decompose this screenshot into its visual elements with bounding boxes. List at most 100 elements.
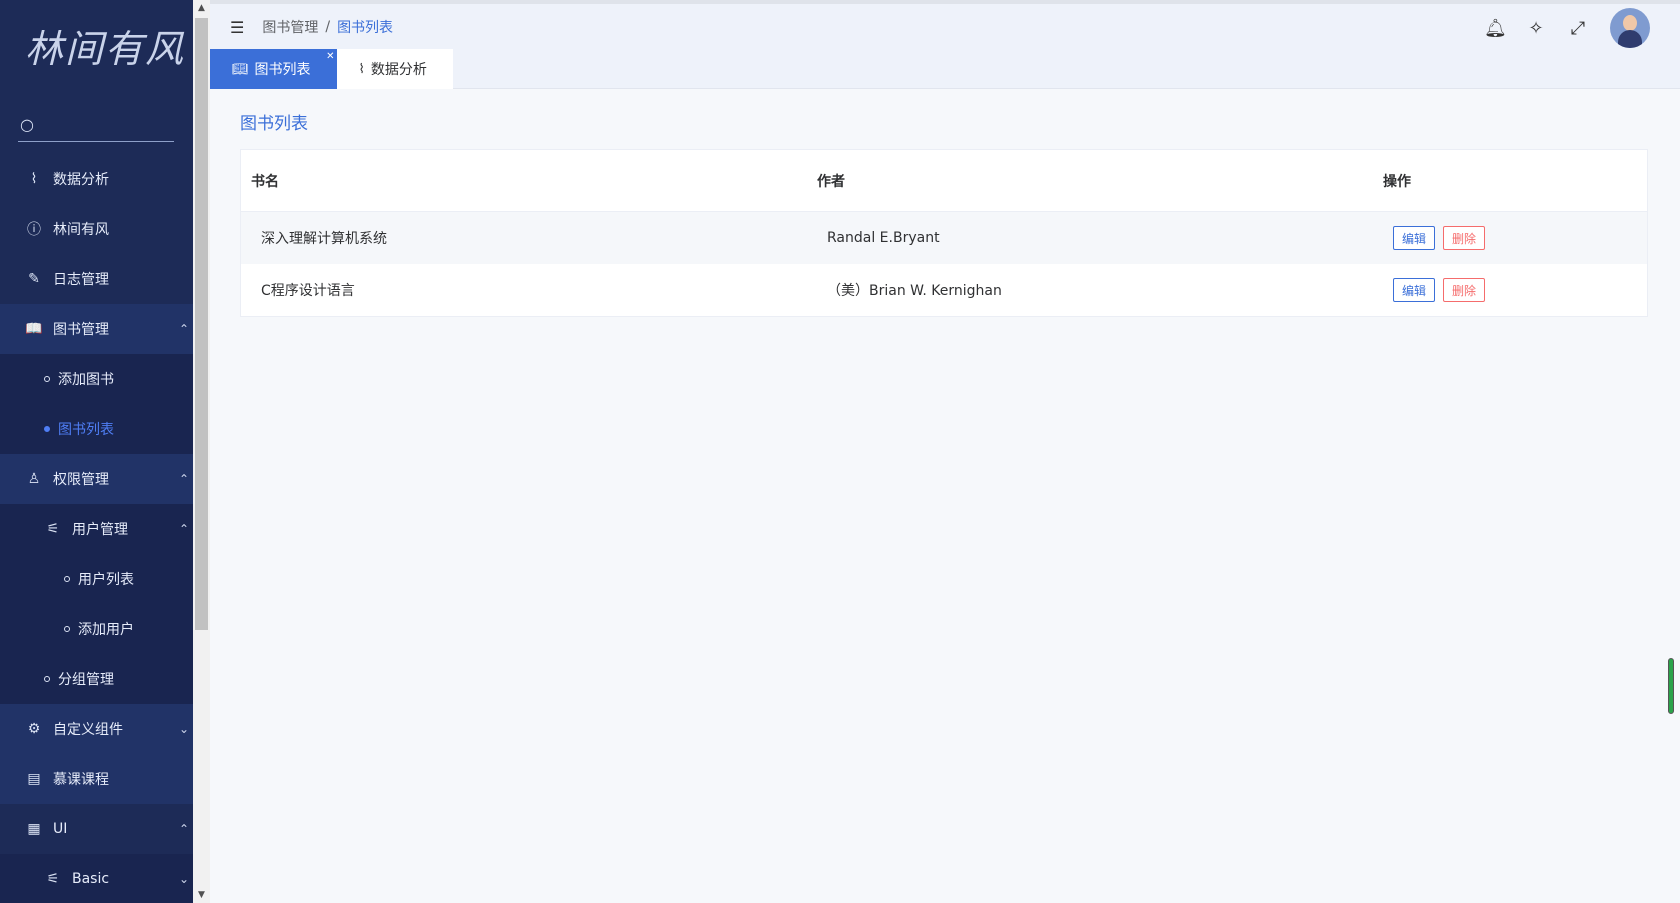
line-chart-icon: ⌇ <box>30 171 38 187</box>
sidebar-item-label: 慕课课程 <box>53 772 109 788</box>
line-chart-icon: ⌇ <box>358 61 365 77</box>
sidebar-item-group-management[interactable]: 分组管理 <box>0 654 193 704</box>
sidebar-item-label: 分组管理 <box>58 672 114 688</box>
menu-icon: ⚟ <box>46 871 60 887</box>
sidebar-item-label: 用户管理 <box>72 522 128 538</box>
sidebar-item-book-management[interactable]: 📖 图书管理 ⌃ <box>0 304 193 354</box>
edit-button[interactable]: 编辑 <box>1393 226 1436 250</box>
sidebar-item-label: 用户列表 <box>78 572 134 588</box>
cell-actions: 编辑 删除 <box>1373 226 1647 250</box>
sidebar-item-linjian[interactable]: ⓘ 林间有风 <box>0 204 193 254</box>
course-icon: ▤ <box>27 771 41 787</box>
chevron-up-icon: ⌃ <box>178 322 189 336</box>
breadcrumb-current: 图书列表 <box>337 20 394 36</box>
book-table: 书名 作者 操作 深入理解计算机系统 Randal E.Bryant 编辑 删除… <box>240 149 1648 317</box>
chevron-up-icon: ⌃ <box>178 822 189 836</box>
dot-icon <box>44 426 50 432</box>
hamburger-icon[interactable]: ☰ <box>230 18 244 37</box>
sidebar-item-label: 权限管理 <box>53 472 109 488</box>
dot-icon <box>44 676 50 682</box>
sidebar-item-user-management[interactable]: ⚟ 用户管理 ⌃ <box>0 504 193 554</box>
sidebar-item-add-user[interactable]: 添加用户 <box>0 604 193 654</box>
sidebar-item-label: 图书列表 <box>58 422 114 438</box>
table-header: 书名 作者 操作 <box>241 150 1647 212</box>
edit-button[interactable]: 编辑 <box>1393 278 1436 302</box>
sidebar-item-label: 自定义组件 <box>53 722 123 738</box>
sidebar-item-data-analysis[interactable]: ⌇ 数据分析 <box>0 154 193 204</box>
sidebar-item-user-list[interactable]: 用户列表 <box>0 554 193 604</box>
tab-bar: 📖︎ 图书列表 ✕ ⌇ 数据分析 <box>210 49 1680 89</box>
sidebar-item-label: 图书管理 <box>53 322 109 338</box>
chevron-up-icon: ⌃ <box>178 522 189 536</box>
tab-label: 图书列表 <box>254 62 311 78</box>
sidebar-item-ui[interactable]: ▦ UI ⌃ <box>0 804 193 854</box>
sidebar-item-book-list[interactable]: 图书列表 <box>0 404 193 454</box>
delete-button[interactable]: 删除 <box>1443 226 1486 250</box>
page-title: 图书列表 <box>240 114 308 134</box>
tab-data-analysis[interactable]: ⌇ 数据分析 <box>336 49 453 89</box>
dot-icon <box>64 626 70 632</box>
chevron-up-icon: ⌃ <box>178 472 189 486</box>
user-lock-icon: ♙ <box>27 471 41 487</box>
table-row: C程序设计语言 （美）Brian W. Kernighan 编辑 删除 <box>241 264 1647 316</box>
column-header-title: 书名 <box>251 173 279 190</box>
page-scroll-indicator[interactable] <box>1668 658 1674 714</box>
tab-book-list[interactable]: 📖︎ 图书列表 ✕ <box>210 49 337 89</box>
header-actions: 🔔︎ ✧ ⤢ <box>1484 8 1650 48</box>
sidebar-scrollbar[interactable]: ▲ ▼ <box>193 0 210 903</box>
sidebar-item-label: Basic <box>72 871 110 887</box>
sidebar-item-label: 添加用户 <box>78 622 134 638</box>
tab-label: 数据分析 <box>370 62 427 78</box>
magic-wand-icon[interactable]: ✧ <box>1526 18 1546 39</box>
chevron-down-icon: ⌄ <box>178 872 189 886</box>
sidebar-search-input[interactable]: ○ <box>18 108 174 142</box>
cell-author: （美）Brian W. Kernighan <box>827 283 1002 299</box>
sidebar-item-label: 林间有风 <box>53 222 109 238</box>
cell-title: C程序设计语言 <box>261 283 355 299</box>
sidebar-item-label: 日志管理 <box>53 272 109 288</box>
sidebar: 林间有风 ○ ⌇ 数据分析 ⓘ 林间有风 ✎ 日志管理 📖 图书管理 ⌃ 添加图书 图书列… <box>0 0 210 903</box>
gear-icon: ⚙ <box>27 721 41 737</box>
edit-doc-icon: ✎ <box>28 271 40 287</box>
cell-title: 深入理解计算机系统 <box>261 231 387 247</box>
column-header-author: 作者 <box>817 173 845 190</box>
avatar[interactable] <box>1610 8 1650 48</box>
top-header: ☰ 图书管理 / 图书列表 🔔︎ ✧ ⤢ <box>210 0 1680 50</box>
sidebar-item-mooc[interactable]: ▤ 慕课课程 <box>0 754 193 804</box>
sidebar-item-add-book[interactable]: 添加图书 <box>0 354 193 404</box>
close-icon[interactable]: ✕ <box>326 51 334 62</box>
breadcrumb-separator: / <box>325 19 331 35</box>
scroll-up-icon[interactable]: ▲ <box>193 0 210 16</box>
chevron-down-icon: ⌄ <box>178 722 189 736</box>
breadcrumb-parent[interactable]: 图书管理 <box>262 17 318 37</box>
book-icon: 📖 <box>25 321 43 337</box>
dot-icon <box>44 376 50 382</box>
ui-icon: ▦ <box>27 821 41 837</box>
bell-icon[interactable]: 🔔︎ <box>1484 18 1507 39</box>
dot-icon <box>64 576 70 582</box>
menu-icon: ⚟ <box>46 521 60 537</box>
sidebar-item-label: 添加图书 <box>58 372 114 388</box>
sidebar-item-basic[interactable]: ⚟ Basic ⌄ <box>0 854 193 903</box>
delete-button[interactable]: 删除 <box>1443 278 1486 302</box>
info-icon: ⓘ <box>27 222 41 238</box>
book-icon: 📖︎ <box>232 61 249 77</box>
column-header-actions: 操作 <box>1383 173 1411 190</box>
scroll-down-icon[interactable]: ▼ <box>193 887 210 903</box>
main-content: 图书列表 书名 作者 操作 深入理解计算机系统 Randal E.Bryant … <box>210 89 1680 903</box>
avatar-body <box>1618 30 1642 48</box>
scrollbar-thumb[interactable] <box>195 18 208 630</box>
fullscreen-icon[interactable]: ⤢ <box>1568 18 1588 39</box>
sidebar-menu: ⌇ 数据分析 ⓘ 林间有风 ✎ 日志管理 📖 图书管理 ⌃ 添加图书 图书列表 ♙ 权限管理… <box>0 154 193 903</box>
sidebar-item-custom-components[interactable]: ⚙ 自定义组件 ⌄ <box>0 704 193 754</box>
search-icon: ○ <box>20 115 34 134</box>
cell-actions: 编辑 删除 <box>1373 278 1647 302</box>
cell-author: Randal E.Bryant <box>827 230 940 246</box>
table-row: 深入理解计算机系统 Randal E.Bryant 编辑 删除 <box>241 212 1647 264</box>
sidebar-item-logs[interactable]: ✎ 日志管理 <box>0 254 193 304</box>
avatar-head <box>1623 15 1637 31</box>
sidebar-item-label: UI <box>53 821 68 837</box>
breadcrumb: 图书管理 / 图书列表 <box>262 17 393 37</box>
sidebar-item-permissions[interactable]: ♙ 权限管理 ⌃ <box>0 454 193 504</box>
sidebar-item-label: 数据分析 <box>53 172 109 188</box>
